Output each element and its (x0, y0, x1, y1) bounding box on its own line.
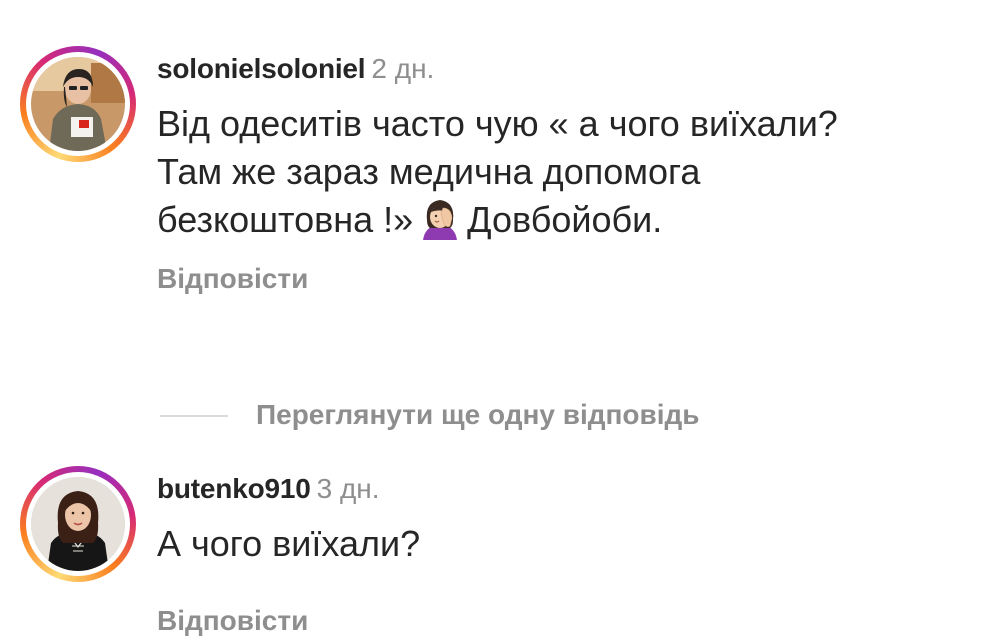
comment-text: А чого виїхали? (157, 523, 421, 564)
avatar-photo (31, 57, 125, 151)
comment-meta: solonielsoloniel 2 дн. (157, 52, 434, 86)
comment-text-part: Довбойоби. (467, 199, 663, 240)
avatar-photo (31, 477, 125, 571)
view-more-replies-label: Переглянути ще одну відповідь (256, 399, 700, 430)
avatar[interactable] (31, 477, 125, 571)
avatar-story-ring[interactable] (20, 46, 136, 162)
reply-button[interactable]: Відповісти (157, 262, 308, 296)
comment-meta: butenko910 3 дн. (157, 472, 380, 506)
woman-facepalming-icon (423, 200, 458, 240)
timestamp: 2 дн. (371, 53, 435, 84)
avatar[interactable] (31, 57, 125, 151)
reply-button[interactable]: Відповісти (157, 604, 308, 638)
avatar-story-ring[interactable] (20, 466, 136, 582)
timestamp: 3 дн. (316, 473, 380, 504)
divider (160, 415, 228, 417)
username[interactable]: butenko910 (157, 473, 311, 504)
username[interactable]: solonielsoloniel (157, 53, 366, 84)
comment-text: Від одеситів часто чую « а чого виїхали?… (157, 100, 977, 244)
